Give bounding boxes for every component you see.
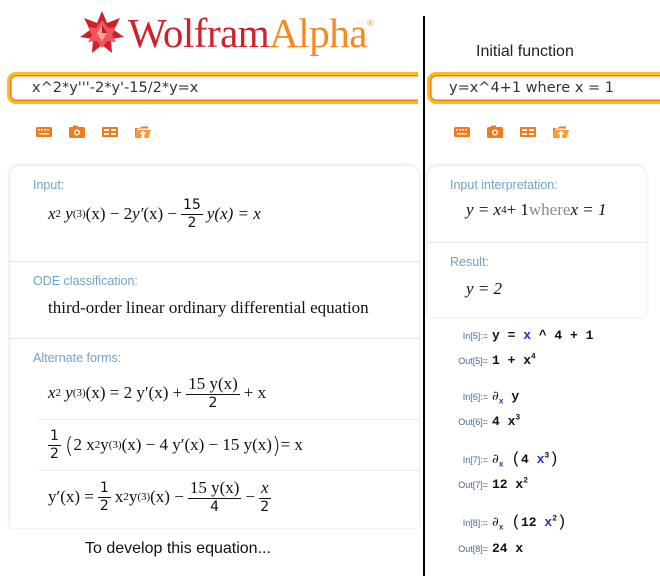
- result-pod: Result: y = 2: [428, 243, 646, 311]
- notebook-cell-out-5: Out[5]= 1 + x4: [430, 353, 536, 368]
- in-label: In[8]:=: [462, 518, 488, 528]
- table-icon[interactable]: [102, 125, 118, 139]
- alternate-form-1: x2 y (3) (x) = 2 y′(x) + 15 y(x) 2 + x: [38, 367, 419, 420]
- camera-icon[interactable]: [487, 125, 503, 139]
- ode-classification-value: third-order linear ordinary differential…: [48, 298, 369, 317]
- develop-caption: To develop this equation...: [85, 540, 271, 557]
- notebook-cell-in-8[interactable]: In[8]:= ∂x (12 x2): [430, 513, 567, 533]
- out-label: Out[5]=: [458, 356, 488, 366]
- fraction: x2: [258, 478, 271, 516]
- notebook-cell-out-8: Out[8]= 24 x: [430, 541, 523, 556]
- alternate-form-3: y′(x) = 12 x2 y (3) (x) − 15 y(x) 4 − x2: [48, 478, 271, 516]
- out-label: Out[8]=: [458, 544, 488, 554]
- left-results-panel: Input: x2 y (3) (x) − 2 y′ (x) − 15 2 y(x) =…: [10, 166, 419, 528]
- notebook-cell-in-5[interactable]: In[5]:= y = x ^ 4 + 1: [430, 328, 594, 343]
- alternate-forms-pod: Alternate forms: x2 y (3) (x) = 2 y′(x) + …: [10, 339, 419, 523]
- in-label: In[6]:=: [462, 392, 488, 402]
- alternate-form-2: 12 (2 x2 y (3) (x) − 4 y′(x) − 15 y(x)) = …: [38, 420, 419, 471]
- logo-wordmark: WolframAlpha®: [128, 9, 374, 56]
- ode-classification-pod: ODE classification: third-order linear o…: [10, 262, 419, 339]
- result-value: y = 2: [466, 279, 503, 298]
- camera-icon[interactable]: [69, 125, 85, 139]
- fraction: 12: [48, 427, 61, 462]
- left-query-input[interactable]: [10, 79, 418, 97]
- table-icon[interactable]: [520, 125, 536, 139]
- upload-folder-icon[interactable]: [553, 125, 569, 139]
- notebook-cell-out-6: Out[6]= 4 x3: [430, 414, 520, 429]
- fraction: 12: [97, 479, 111, 514]
- input-expression: x2 y (3) (x) − 2 y′ (x) − 15 2 y(x) = x: [48, 197, 261, 231]
- right-results-panel: Input interpretation: y = x4 + 1 where x…: [428, 166, 646, 317]
- ode-classification-label: ODE classification:: [33, 274, 138, 288]
- wolframalpha-logo[interactable]: WolframAlpha®: [78, 8, 374, 58]
- fraction: 15 y(x) 4: [187, 478, 242, 516]
- split-divider: [423, 16, 425, 576]
- wolfram-spikey-icon: [80, 11, 124, 53]
- left-query-box: [7, 72, 418, 104]
- notebook-cell-out-7: Out[7]= 12 x2: [430, 477, 528, 492]
- keyboard-icon[interactable]: [454, 125, 470, 139]
- fraction: 15 2: [181, 197, 203, 231]
- initial-function-title: Initial function: [476, 43, 574, 60]
- input-interpretation-pod: Input interpretation: y = x4 + 1 where x…: [428, 166, 646, 243]
- in-label: In[5]:=: [462, 331, 488, 341]
- alternate-forms-list: x2 y (3) (x) = 2 y′(x) + 15 y(x) 2 + x 12 (…: [10, 365, 419, 523]
- notebook-cell-in-7[interactable]: In[7]:= ∂x (4 x3): [430, 450, 559, 470]
- input-pod: Input: x2 y (3) (x) − 2 y′ (x) − 15 2 y(x) =…: [10, 166, 419, 262]
- keyboard-icon[interactable]: [36, 125, 52, 139]
- input-interpretation-label: Input interpretation:: [450, 178, 558, 192]
- right-input-toolbar: [454, 125, 569, 139]
- input-pod-label: Input:: [33, 178, 65, 192]
- notebook-cell-in-6[interactable]: In[6]:= ∂x y: [430, 389, 519, 407]
- right-query-input[interactable]: [430, 79, 660, 97]
- in-label: In[7]:=: [462, 455, 488, 465]
- result-label: Result:: [450, 255, 489, 269]
- input-interpretation-expression: y = x4 + 1 where x = 1: [466, 200, 607, 219]
- right-query-box: [427, 72, 660, 104]
- left-input-toolbar: [36, 125, 151, 139]
- alternate-forms-label: Alternate forms:: [33, 351, 122, 365]
- out-label: Out[6]=: [458, 417, 488, 427]
- upload-folder-icon[interactable]: [135, 125, 151, 139]
- out-label: Out[7]=: [458, 480, 488, 490]
- fraction: 15 y(x) 2: [186, 374, 240, 412]
